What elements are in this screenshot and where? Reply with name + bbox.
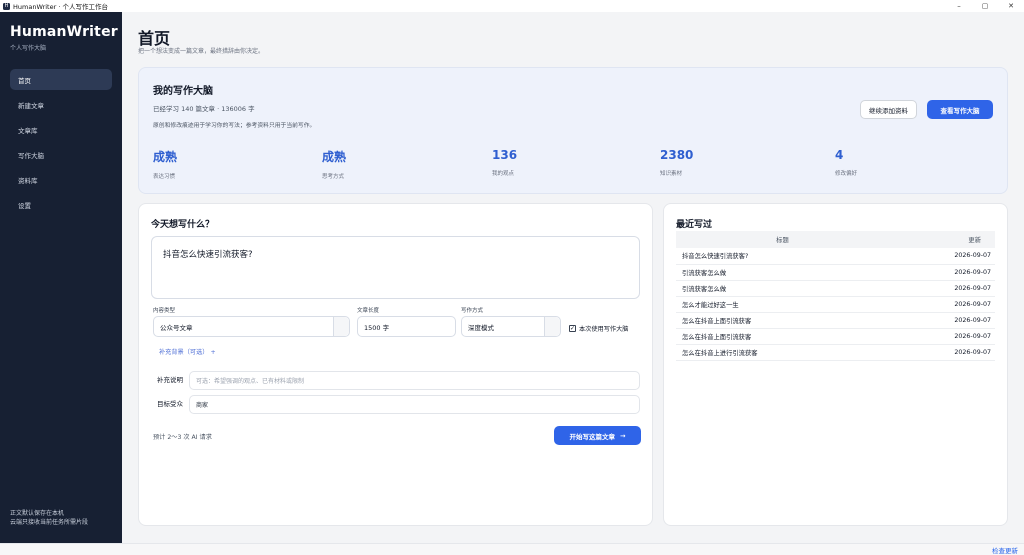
stat-value: 4 [835,148,844,162]
window-title: HumanWriter · 个人写作工作台 [13,3,108,11]
row-date: 2026-09-07 [888,280,995,297]
row-date: 2026-09-07 [888,344,995,361]
sidebar-item-new-article[interactable]: 新建文章 [10,94,112,115]
table-row[interactable]: 引流获客怎么做 2026-09-07 [676,264,995,281]
writing-mode-label: 写作方式 [461,308,484,314]
table-row[interactable]: 怎么才能过好这一生 2026-09-07 [676,296,995,313]
audience-label: 目标受众 [157,400,183,408]
stat-label: 表达习惯 [153,174,176,180]
view-writing-brain-button[interactable]: 查看写作大脑 [927,100,993,119]
stat-my-opinions: 136 我的观点 [492,148,517,177]
stat-knowledge-materials: 2380 知识素材 [660,148,693,177]
row-date: 2026-09-07 [888,264,995,281]
compose-question: 今天想写什么？ [151,220,215,230]
add-materials-button[interactable]: 继续添加资料 [860,100,917,119]
status-bar: 检查更新 [0,543,1024,555]
sidebar-item-materials[interactable]: 资料库 [10,169,112,190]
topic-textarea[interactable]: 抖音怎么快速引流获客? [151,236,640,299]
stat-value: 136 [492,148,518,162]
row-title: 抖音怎么快速引流获客? [676,248,889,265]
sidebar-footer: 正文默认保存在本机 云端只接收当前任务所需片段 [10,510,88,527]
brand: HumanWriter 个人写作大脑 [10,24,118,52]
app-icon: H [3,2,10,10]
checkmark-icon: ✓ [569,324,576,332]
note-input[interactable]: 可选：希望强调的观点、已有材料或限制 [189,371,640,390]
length-value: 1500 字 [364,323,390,332]
row-title: 引流获客怎么做 [676,280,889,297]
sidebar: HumanWriter 个人写作大脑 首页 新建文章 文章库 写作大脑 资料库 … [0,12,122,543]
extra-background-toggle[interactable]: 补充背景（可选） + [159,347,216,356]
main-content: 首页 把一个想法变成一篇文章，最终措辞由你决定。 我的写作大脑 已经学习 140… [122,12,1024,543]
row-title: 怎么在抖音上面引流获客 [676,312,889,329]
brand-subtitle: 个人写作大脑 [10,45,47,52]
recent-title: 最近写过 [676,220,713,230]
table-row[interactable]: 怎么在抖音上面引流获客 2026-09-07 [676,312,995,329]
row-date: 2026-09-07 [888,328,995,345]
window-controls: – ▢ ✕ [946,0,1024,12]
writing-brain-meta: 已经学习 140 篇文章 · 136006 字 [153,105,255,113]
compose-card: 今天想写什么？ 抖音怎么快速引流获客? 内容类型 公众号文章 文章长度 1500… [138,203,653,526]
row-date: 2026-09-07 [888,248,995,265]
table-row[interactable]: 怎么在抖音上进行引流获客 2026-09-07 [676,344,995,361]
table-row[interactable]: 引流获客怎么做 2026-09-07 [676,280,995,297]
page-subtitle: 把一个想法变成一篇文章，最终措辞由你决定。 [138,48,265,55]
brand-name: HumanWriter [10,24,118,40]
stat-label: 修改偏好 [835,171,858,177]
writing-brain-card: 我的写作大脑 已经学习 140 篇文章 · 136006 字 原创和修改痕迹用于… [138,67,1008,194]
minimize-icon[interactable]: – [946,0,972,12]
row-title: 怎么在抖音上进行引流获客 [676,344,889,361]
use-brain-label: 本次使用写作大脑 [579,326,629,333]
row-title: 怎么在抖音上面引流获客 [676,328,889,345]
writing-mode-value: 深度模式 [468,323,494,332]
stat-label: 知识素材 [660,171,683,177]
close-icon[interactable]: ✕ [998,0,1024,12]
writing-brain-description: 原创和修改痕迹用于学习你的写法；参考资料只用于当前写作。 [153,123,316,129]
audience-input[interactable]: 商家 [189,395,640,414]
column-header-updated: 更新 [888,231,995,248]
arrow-right-icon: → [620,431,626,440]
request-estimate: 预计 2～3 次 AI 请求 [153,434,212,441]
writing-brain-title: 我的写作大脑 [153,86,213,97]
length-input[interactable]: 1500 字 [357,316,456,337]
row-title: 怎么才能过好这一生 [676,296,889,313]
recent-articles-card: 最近写过 标题 更新 抖音怎么快速引流获客? 2026-09-07 引流获客怎么做… [663,203,1008,526]
row-date: 2026-09-07 [888,296,995,313]
window-titlebar: H HumanWriter · 个人写作工作台 – ▢ ✕ [0,0,1024,12]
stat-label: 思考方式 [322,174,345,180]
table-row[interactable]: 怎么在抖音上面引流获客 2026-09-07 [676,328,995,345]
chevron-down-icon [333,317,349,336]
sidebar-item-settings[interactable]: 设置 [10,194,112,215]
check-update-link[interactable]: 检查更新 [992,545,1018,555]
stat-thinking-style: 成熟 思考方式 [322,148,346,180]
stat-value: 成熟 [322,150,347,164]
stat-expression-habit: 成熟 表达习惯 [153,148,177,180]
length-label: 文章长度 [357,308,380,314]
privacy-note-local: 正文默认保存在本机 [10,510,65,517]
recent-table: 标题 更新 抖音怎么快速引流获客? 2026-09-07 引流获客怎么做 2026-… [676,231,995,361]
chevron-down-icon [544,317,560,336]
content-type-select[interactable]: 公众号文章 [153,316,350,337]
stat-value: 成熟 [153,150,178,164]
writing-mode-select[interactable]: 深度模式 [461,316,561,337]
content-type-label: 内容类型 [153,308,176,314]
stat-edit-preferences: 4 修改偏好 [835,148,857,177]
stat-value: 2380 [660,148,694,162]
start-writing-button[interactable]: 开始写这篇文章 → [554,426,641,445]
maximize-icon[interactable]: ▢ [972,0,998,12]
start-writing-label: 开始写这篇文章 [569,432,616,441]
sidebar-nav: 首页 新建文章 文章库 写作大脑 资料库 设置 [10,69,112,219]
sidebar-item-writing-brain[interactable]: 写作大脑 [10,144,112,165]
note-label: 补充说明 [157,376,183,384]
sidebar-item-home[interactable]: 首页 [10,69,112,90]
column-header-title: 标题 [676,231,889,248]
table-row[interactable]: 抖音怎么快速引流获客? 2026-09-07 [676,248,995,265]
privacy-note-cloud: 云端只接收当前任务所需片段 [10,518,89,526]
content-type-value: 公众号文章 [160,323,193,332]
row-title: 引流获客怎么做 [676,264,889,281]
sidebar-item-article-library[interactable]: 文章库 [10,119,112,140]
row-date: 2026-09-07 [888,312,995,329]
stat-label: 我的观点 [492,171,515,177]
use-brain-checkbox[interactable]: ✓ 本次使用写作大脑 [569,324,629,333]
